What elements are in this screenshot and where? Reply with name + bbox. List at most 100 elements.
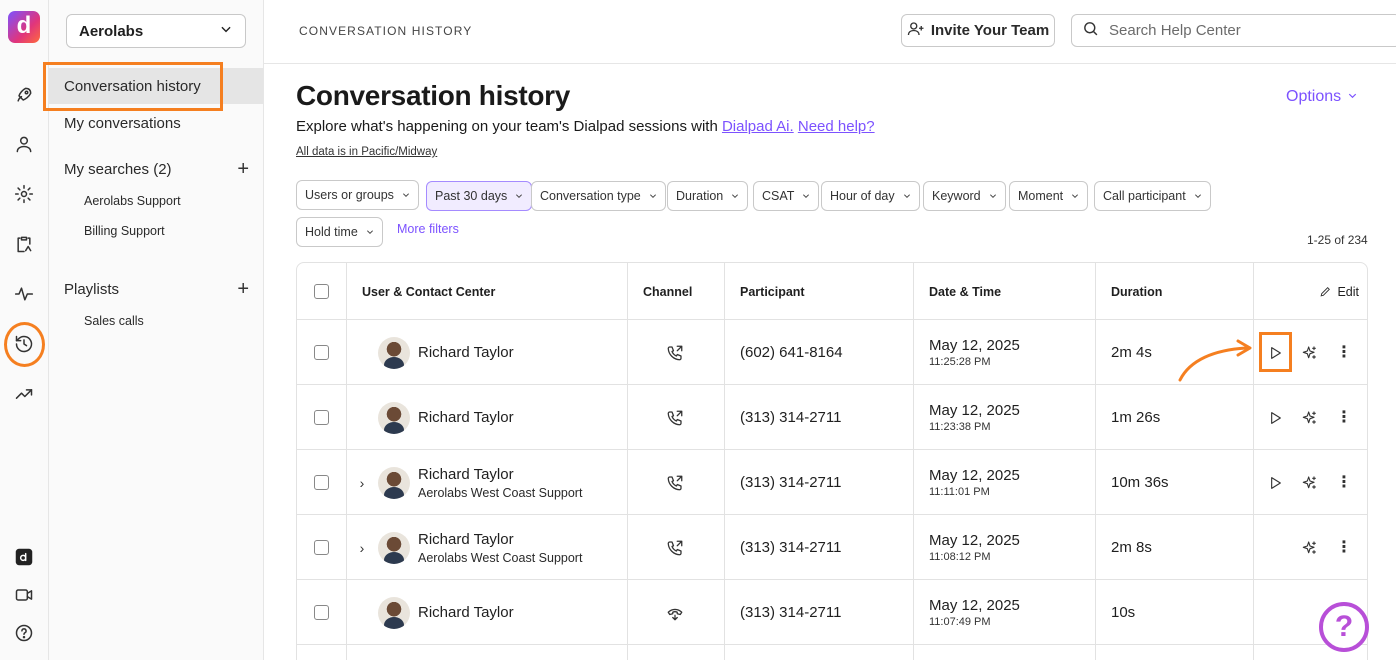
play-button[interactable] [1263, 450, 1287, 515]
column-header-duration[interactable]: Duration [1111, 263, 1162, 320]
call-duration: 2m 4s [1111, 344, 1152, 361]
select-all-checkbox[interactable] [314, 284, 329, 299]
participant-number[interactable]: (313) 314-2711 [740, 450, 841, 515]
user-name[interactable]: Richard Taylor [418, 344, 514, 361]
expand-row-chevron-icon[interactable]: › [354, 475, 370, 491]
clipboard-chart-icon[interactable] [12, 232, 36, 256]
user-name[interactable]: Richard Taylor [418, 604, 514, 621]
add-search-plus-icon[interactable]: + [237, 159, 249, 179]
saved-search-item[interactable]: Aerolabs Support [84, 194, 181, 208]
page-title: Conversation history [296, 80, 571, 111]
row-checkbox[interactable] [314, 605, 329, 620]
edit-columns-button[interactable]: Edit [1319, 263, 1359, 320]
chevron-down-icon [903, 194, 910, 199]
gear-icon[interactable] [12, 182, 36, 206]
row-checkbox[interactable] [314, 540, 329, 555]
filter-csat[interactable]: CSAT [753, 181, 820, 211]
chevron-down-icon [1194, 194, 1201, 199]
play-icon [1271, 476, 1281, 489]
play-button[interactable] [1263, 385, 1287, 450]
chevron-down-icon [1072, 194, 1079, 199]
table-row[interactable]: Richard Taylor (313) 314-2711 May 12, 20… [297, 385, 1367, 450]
table-row[interactable]: Richard Taylor (313) 314-2711 May 12, 20… [297, 580, 1367, 645]
workspace-selector[interactable]: Aerolabs [66, 14, 246, 48]
row-checkbox[interactable] [314, 345, 329, 360]
filter-moment[interactable]: Moment [1009, 181, 1089, 211]
ai-summary-button[interactable] [1298, 515, 1322, 580]
ai-summary-button[interactable] [1298, 450, 1322, 515]
video-icon[interactable] [12, 583, 36, 607]
expand-row-chevron-icon[interactable]: › [354, 540, 370, 556]
timezone-note[interactable]: All data is in Pacific/Midway [296, 146, 437, 158]
chevron-down-icon [219, 22, 233, 40]
sparkle-icon [1302, 410, 1316, 424]
user-name[interactable]: Richard Taylor [418, 409, 514, 426]
search-input[interactable] [1109, 22, 1369, 39]
more-options-icon[interactable]: ⋮ [1332, 385, 1356, 450]
filter-hour-of-day[interactable]: Hour of day [821, 181, 920, 211]
column-header-user[interactable]: User & Contact Center [362, 263, 495, 320]
playlist-item[interactable]: Sales calls [84, 314, 144, 328]
filter-call-participant[interactable]: Call participant [1094, 181, 1211, 211]
options-dropdown[interactable]: Options [1286, 88, 1358, 106]
more-filters-link[interactable]: More filters [397, 222, 459, 236]
breadcrumb: CONVERSATION HISTORY [299, 24, 473, 38]
filter-hold-time[interactable]: Hold time [296, 217, 383, 247]
annotation-arrow-icon [1178, 339, 1252, 382]
chevron-down-icon [732, 194, 739, 199]
filter-users-or-groups[interactable]: Users or groups [296, 180, 419, 210]
need-help-link[interactable]: Need help? [798, 118, 875, 135]
user-name[interactable]: Richard Taylor [418, 466, 582, 483]
rocket-icon[interactable] [12, 83, 36, 107]
row-checkbox[interactable] [314, 410, 329, 425]
subtitle-text: Explore what's happening on your team's … [296, 118, 718, 135]
call-date: May 12, 2025 [929, 337, 1020, 354]
filter-label: CSAT [762, 189, 795, 203]
participant-number[interactable]: (602) 641-8164 [740, 320, 843, 385]
help-fab-button[interactable]: ? [1319, 602, 1369, 652]
saved-search-item[interactable]: Billing Support [84, 224, 165, 238]
row-checkbox[interactable] [314, 475, 329, 490]
participant-number[interactable]: (313) 314-2711 [740, 580, 841, 645]
pulse-icon[interactable] [12, 282, 36, 306]
dialpad-logo[interactable]: d [8, 11, 40, 43]
participant-number[interactable]: (313) 314-2711 [740, 385, 841, 450]
table-row[interactable]: › Richard Taylor Aerolabs West Coast Sup… [297, 515, 1367, 580]
help-search-box[interactable] [1071, 14, 1396, 47]
avatar [378, 596, 410, 629]
call-duration: 10m 36s [1111, 474, 1169, 491]
more-options-icon[interactable]: ⋮ [1332, 515, 1356, 580]
invite-team-button[interactable]: Invite Your Team [901, 14, 1055, 47]
add-playlist-plus-icon[interactable]: + [237, 279, 249, 299]
help-circle-icon[interactable] [12, 621, 36, 645]
column-header-participant[interactable]: Participant [740, 263, 805, 320]
history-highlight-ring [4, 322, 45, 367]
sparkle-icon [1302, 540, 1316, 554]
table-row[interactable]: › Richard Taylor Aerolabs West Coast Sup… [297, 450, 1367, 515]
more-options-icon[interactable]: ⋮ [1332, 450, 1356, 515]
filter-conversation-type[interactable]: Conversation type [531, 181, 666, 211]
call-date: May 12, 2025 [929, 532, 1020, 549]
person-icon[interactable] [12, 132, 36, 156]
column-header-channel[interactable]: Channel [643, 263, 692, 320]
participant-number[interactable]: (313) 314-2711 [740, 515, 841, 580]
chevron-down-icon [989, 194, 996, 199]
more-options-icon[interactable]: ⋮ [1332, 320, 1356, 385]
ai-summary-button[interactable] [1298, 385, 1322, 450]
chevron-down-icon [366, 230, 373, 235]
dialpad-app-icon[interactable] [12, 545, 36, 569]
filter-keyword[interactable]: Keyword [923, 181, 1006, 211]
call-duration: 1m 26s [1111, 409, 1161, 426]
call-date: May 12, 2025 [929, 597, 1020, 614]
trend-up-icon[interactable] [12, 382, 36, 406]
filter-duration[interactable]: Duration [667, 181, 749, 211]
user-name[interactable]: Richard Taylor [418, 531, 582, 548]
filter-past-30-days[interactable]: Past 30 days [426, 181, 533, 211]
sparkle-icon [1302, 345, 1316, 359]
column-header-date-time[interactable]: Date & Time [929, 263, 1001, 320]
dialpad-ai-link[interactable]: Dialpad Ai. [722, 118, 794, 135]
avatar [378, 466, 410, 499]
ai-summary-button[interactable] [1298, 320, 1322, 385]
outgoing-call-icon [666, 320, 684, 385]
chevron-down-icon [402, 193, 409, 198]
